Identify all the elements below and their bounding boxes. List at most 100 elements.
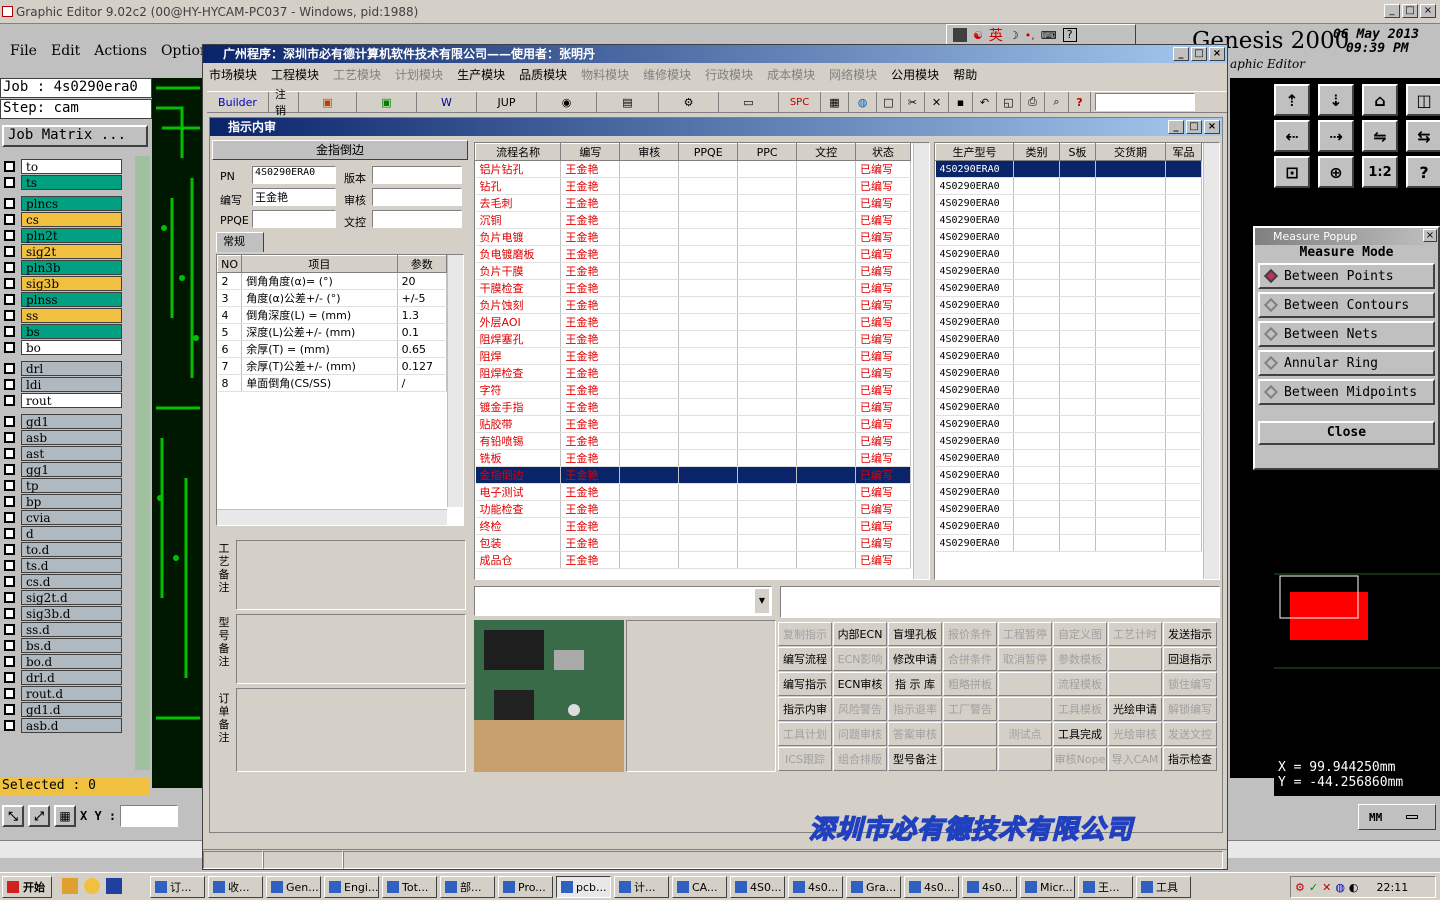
layer-checkbox[interactable] — [4, 277, 15, 289]
action-button[interactable]: 取消暂停 — [998, 647, 1052, 671]
action-button[interactable] — [998, 747, 1052, 771]
action-button[interactable]: 型号备注 — [888, 747, 942, 771]
action-button[interactable]: ECN审核 — [833, 672, 887, 696]
layer-checkbox[interactable] — [4, 559, 15, 571]
tray-icon-4[interactable]: ◍ — [1335, 881, 1345, 894]
flow-row[interactable]: 有铅喷锡 王金艳 已编写 — [475, 432, 911, 450]
layer-name[interactable]: to — [21, 158, 122, 174]
layer-checkbox[interactable] — [4, 415, 15, 427]
action-button[interactable]: 答案审核 — [888, 722, 942, 746]
layer-row[interactable]: d — [0, 525, 122, 541]
layer-name[interactable]: ldi — [21, 376, 122, 392]
flow-row[interactable]: 干膜检查 王金艳 已编写 — [475, 279, 911, 297]
layer-name[interactable]: asb.d — [21, 717, 122, 733]
layer-row[interactable]: tp — [0, 477, 122, 493]
flow-row[interactable]: 成品仓 王金艳 已编写 — [475, 551, 911, 569]
taskbar-button[interactable]: Micr... — [1020, 876, 1075, 898]
flow-row[interactable]: 负片电镀 王金艳 已编写 — [475, 228, 911, 246]
layer-name[interactable]: ss — [21, 307, 122, 323]
layer-name[interactable]: ts — [21, 174, 122, 190]
action-button[interactable]: 发送指示 — [1163, 622, 1217, 646]
database-icon[interactable]: ▤ — [597, 92, 659, 112]
taskbar-button[interactable]: 4S0... — [730, 876, 785, 898]
layer-checkbox[interactable] — [4, 623, 15, 635]
settings-icon[interactable]: ⚙ — [659, 92, 719, 112]
action-button[interactable] — [943, 722, 997, 746]
calendar-icon[interactable]: ▦ — [821, 92, 849, 112]
layer-row[interactable]: bo — [0, 339, 122, 355]
layer-name[interactable]: cvia — [21, 509, 122, 525]
taskbar-button[interactable]: 王... — [1078, 876, 1133, 898]
query-icon[interactable]: ? — [1406, 156, 1440, 188]
maximize-button[interactable]: □ — [1402, 4, 1418, 18]
action-button[interactable] — [998, 697, 1052, 721]
action-button[interactable] — [1108, 672, 1162, 696]
action-button[interactable]: 工具计划 — [778, 722, 832, 746]
layer-checkbox[interactable] — [4, 341, 15, 353]
layer-name[interactable]: cs — [21, 211, 122, 227]
taskbar-button[interactable]: Gen... — [266, 876, 321, 898]
action-button[interactable]: ICS跟踪 — [778, 747, 832, 771]
param-row[interactable]: 7 余厚(T)公差+/- (mm) 0.127 — [217, 357, 448, 375]
layer-row[interactable]: sig2t.d — [0, 589, 122, 605]
preview-icon[interactable]: ◱ — [997, 92, 1021, 112]
part-row[interactable]: 4S0290ERA0 — [935, 483, 1202, 501]
zoom-tool-icon[interactable]: ⤡ — [2, 805, 24, 827]
part-row[interactable]: 4S0290ERA0 — [935, 364, 1202, 382]
action-button[interactable]: 合拼条件 — [943, 647, 997, 671]
flow-row[interactable]: 铝片钻孔 王金艳 已编写 — [475, 160, 911, 178]
action-button[interactable]: 报价条件 — [943, 622, 997, 646]
layer-checkbox[interactable] — [4, 261, 15, 273]
pn-field[interactable]: 4S0290ERA0 — [252, 166, 336, 184]
layer-name[interactable]: bs.d — [21, 637, 122, 653]
taskbar-button[interactable]: pcb... — [556, 876, 611, 898]
part-header[interactable]: 军品 — [1165, 143, 1202, 161]
part-row[interactable]: 4S0290ERA0 — [935, 228, 1202, 246]
action-button[interactable] — [1108, 647, 1162, 671]
layer-row[interactable]: cvia — [0, 509, 122, 525]
erp-menu-item[interactable]: 品质模块 — [519, 66, 567, 83]
globe-icon[interactable]: ◍ — [849, 92, 877, 112]
part-row[interactable]: 4S0290ERA0 — [935, 534, 1202, 552]
fit-down-icon[interactable]: ⇣ — [1318, 84, 1354, 116]
flow-scrollbar[interactable] — [913, 143, 929, 579]
action-button[interactable]: 解锁编写 — [1163, 697, 1217, 721]
print-icon[interactable]: ⎙ — [1021, 92, 1045, 112]
layer-checkbox[interactable] — [4, 362, 15, 374]
action-button[interactable]: 锁住编写 — [1163, 672, 1217, 696]
part-row[interactable]: 4S0290ERA0 — [935, 313, 1202, 331]
layer-name[interactable]: ss.d — [21, 621, 122, 637]
browser-icon[interactable] — [84, 878, 100, 894]
measure-option[interactable]: Between Midpoints — [1258, 379, 1435, 405]
part-row[interactable]: 4S0290ERA0 — [935, 432, 1202, 450]
param-row[interactable]: 4 倒角深度(L) = (mm) 1.3 — [217, 306, 448, 324]
part-row[interactable]: 4S0290ERA0 — [935, 347, 1202, 365]
flow-row[interactable]: 字符 王金艳 已编写 — [475, 381, 911, 399]
excel-icon[interactable]: ▣ — [357, 92, 417, 112]
part-row[interactable]: 4S0290ERA0 — [935, 517, 1202, 535]
review-minimize-button[interactable]: _ — [1168, 120, 1184, 134]
taskbar-button[interactable]: 4s0... — [904, 876, 959, 898]
layer-name[interactable]: sig3b.d — [21, 605, 122, 621]
layer-scrollbar[interactable] — [134, 156, 150, 770]
builder-button[interactable]: Builder — [207, 92, 269, 112]
action-button[interactable]: 指示检查 — [1163, 747, 1217, 771]
layer-row[interactable]: gg1 — [0, 461, 122, 477]
grid-tool-icon[interactable]: ▦ — [54, 805, 76, 827]
layer-name[interactable]: sig3b — [21, 275, 122, 291]
part-row[interactable]: 4S0290ERA0 — [935, 398, 1202, 416]
eye-icon[interactable]: ◉ — [537, 92, 597, 112]
help-button-icon[interactable]: ? — [1069, 92, 1091, 112]
erp-menu-item[interactable]: 市场模块 — [209, 66, 257, 83]
layer-checkbox[interactable] — [4, 197, 15, 209]
erp-menu-item[interactable]: 成本模块 — [767, 66, 815, 83]
job-matrix-button[interactable]: Job Matrix ... — [2, 125, 148, 147]
tray-icon-2[interactable]: ✓ — [1309, 881, 1318, 894]
param-row[interactable]: 6 余厚(T) = (mm) 0.65 — [217, 340, 448, 358]
home-icon[interactable]: ⌂ — [1362, 84, 1398, 116]
taskbar-button[interactable]: Pro... — [498, 876, 553, 898]
punctuation-icon[interactable]: •, — [1025, 29, 1035, 42]
flow-row[interactable]: 镀金手指 王金艳 已编写 — [475, 398, 911, 416]
layer-name[interactable]: ast — [21, 445, 122, 461]
action-button[interactable]: 问题审核 — [833, 722, 887, 746]
